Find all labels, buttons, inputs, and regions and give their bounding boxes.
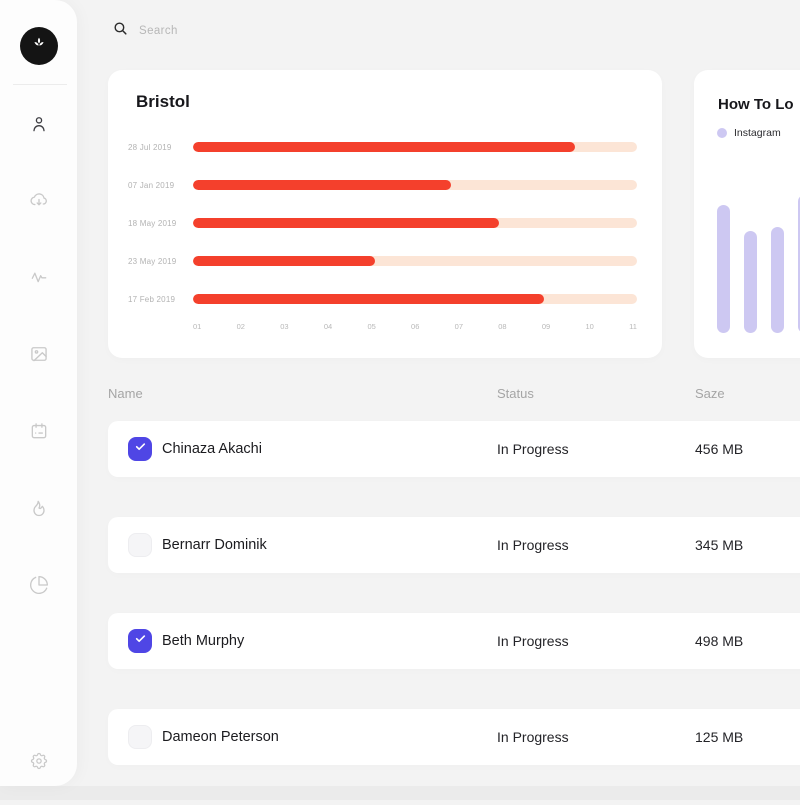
sidebar-item-activity[interactable] — [29, 267, 49, 287]
bristol-bar-track — [193, 256, 637, 266]
sidebar-item-trending[interactable] — [29, 498, 49, 518]
bristol-bar-track — [193, 218, 637, 228]
bristol-row-date: 28 Jul 2019 — [108, 143, 193, 152]
bristol-x-axis: 01 02 03 04 05 06 07 08 09 10 11 — [193, 322, 637, 331]
app-logo[interactable] — [20, 27, 58, 65]
howto-card-title: How To Lo — [718, 96, 794, 113]
search-bar — [112, 20, 299, 42]
checkbox-cell — [128, 629, 162, 653]
gear-icon — [29, 751, 49, 771]
legend-label: Instagram — [734, 127, 781, 139]
sprout-logo-icon — [29, 34, 49, 59]
row-name: Dameon Peterson — [162, 729, 497, 745]
search-icon — [112, 20, 129, 42]
activity-icon — [29, 267, 49, 287]
row-status: In Progress — [497, 537, 695, 553]
howto-legend: Instagram — [717, 127, 781, 139]
axis-tick-label: 10 — [585, 322, 593, 331]
checkbox-cell — [128, 725, 162, 749]
sidebar-item-analytics[interactable] — [29, 575, 49, 595]
row-name: Chinaza Akachi — [162, 441, 497, 457]
table-row: Bernarr DominikIn Progress345 MB — [108, 517, 800, 573]
howto-bar — [717, 205, 730, 333]
sidebar-item-settings[interactable] — [29, 751, 49, 771]
legend-dot-icon — [717, 128, 727, 138]
row-checkbox[interactable] — [128, 437, 152, 461]
column-header-name: Name — [108, 386, 497, 401]
row-checkbox[interactable] — [128, 725, 152, 749]
row-checkbox[interactable] — [128, 629, 152, 653]
bristol-bar-track — [193, 180, 637, 190]
sidebar-item-uploads[interactable] — [29, 190, 49, 210]
bristol-card: Bristol 28 Jul 2019 07 Jan 2019 18 May 201… — [108, 70, 662, 358]
bristol-row-date: 18 May 2019 — [108, 219, 193, 228]
row-size: 456 MB — [695, 441, 800, 457]
column-header-status: Status — [497, 386, 695, 401]
axis-tick-label: 01 — [193, 322, 201, 331]
axis-tick-label: 07 — [455, 322, 463, 331]
howto-chart-bars — [717, 195, 800, 333]
table-rows: Chinaza AkachiIn Progress456 MBBernarr D… — [108, 421, 800, 805]
pie-chart-icon — [29, 575, 49, 595]
bristol-row-date: 07 Jan 2019 — [108, 181, 193, 190]
bristol-bar-track — [193, 294, 637, 304]
howto-card: How To Lo Instagram — [694, 70, 800, 358]
bristol-row-date: 17 Feb 2019 — [108, 295, 193, 304]
bristol-bar-fill — [193, 218, 499, 228]
row-size: 125 MB — [695, 729, 800, 745]
cloud-download-icon — [29, 190, 49, 210]
bristol-chart-row: 07 Jan 2019 — [108, 166, 662, 204]
axis-tick-label: 11 — [629, 322, 637, 331]
howto-bar — [744, 231, 757, 333]
table-header: Name Status Saze — [108, 386, 800, 401]
axis-tick-label: 03 — [280, 322, 288, 331]
row-size: 498 MB — [695, 633, 800, 649]
bristol-card-title: Bristol — [136, 92, 190, 112]
bottom-strip — [0, 786, 800, 800]
row-status: In Progress — [497, 729, 695, 745]
howto-bar — [771, 227, 784, 333]
bristol-chart-row: 17 Feb 2019 — [108, 280, 662, 318]
bristol-bar-fill — [193, 180, 451, 190]
table-row: Dameon PetersonIn Progress125 MB — [108, 709, 800, 765]
axis-tick-label: 04 — [324, 322, 332, 331]
axis-tick-label: 09 — [542, 322, 550, 331]
table-row: Chinaza AkachiIn Progress456 MB — [108, 421, 800, 477]
user-icon — [29, 114, 49, 134]
sidebar-divider — [13, 84, 67, 85]
bristol-row-date: 23 May 2019 — [108, 257, 193, 266]
row-name: Bernarr Dominik — [162, 537, 497, 553]
row-size: 345 MB — [695, 537, 800, 553]
bristol-chart-row: 18 May 2019 — [108, 204, 662, 242]
axis-tick-label: 02 — [237, 322, 245, 331]
bristol-chart-row: 28 Jul 2019 — [108, 128, 662, 166]
calendar-icon — [29, 421, 49, 441]
checkbox-cell — [128, 533, 162, 557]
axis-tick-label: 08 — [498, 322, 506, 331]
bristol-chart-row: 23 May 2019 — [108, 242, 662, 280]
flame-icon — [29, 498, 49, 518]
sidebar-item-profile[interactable] — [29, 114, 49, 134]
sidebar-item-schedule[interactable] — [29, 421, 49, 441]
search-input[interactable] — [139, 25, 299, 37]
bristol-bar-track — [193, 142, 637, 152]
row-status: In Progress — [497, 633, 695, 649]
axis-tick-label: 05 — [367, 322, 375, 331]
bristol-bar-fill — [193, 256, 375, 266]
bristol-chart-rows: 28 Jul 2019 07 Jan 2019 18 May 2019 23 May … — [108, 128, 662, 318]
check-icon — [134, 440, 147, 458]
bristol-bar-fill — [193, 142, 575, 152]
row-status: In Progress — [497, 441, 695, 457]
checkbox-cell — [128, 437, 162, 461]
sidebar-item-media[interactable] — [29, 344, 49, 364]
axis-tick-label: 06 — [411, 322, 419, 331]
row-name: Beth Murphy — [162, 633, 497, 649]
column-header-size: Saze — [695, 386, 800, 401]
check-icon — [134, 632, 147, 650]
row-checkbox[interactable] — [128, 533, 152, 557]
table-row: Beth MurphyIn Progress498 MB — [108, 613, 800, 669]
image-icon — [29, 344, 49, 364]
bristol-bar-fill — [193, 294, 544, 304]
sidebar — [0, 0, 77, 786]
